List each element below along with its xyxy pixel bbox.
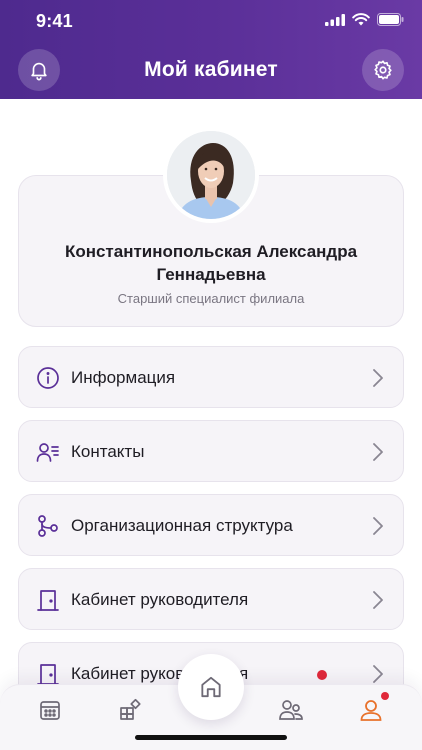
menu-item-info[interactable]: Информация [18,346,404,408]
home-icon [201,676,221,698]
avatar-photo [167,131,255,219]
menu-item-org-structure[interactable]: Организационная структура [18,494,404,556]
chevron-right-icon [373,591,383,609]
gear-icon [374,60,392,80]
signal-icon [325,13,345,26]
calendar-icon [40,701,60,720]
status-icons [325,13,404,26]
settings-button[interactable] [362,49,404,91]
contacts-icon [36,440,60,464]
menu-item-label: Информация [71,368,176,387]
status-time: 9:41 [36,11,73,31]
chevron-right-icon [373,665,383,683]
notification-dot [381,692,389,700]
profile-name: Константинопольская Александра Геннадьев… [64,242,358,284]
info-icon [36,366,60,390]
menu-item-manager-office[interactable]: Кабинет руководителя [18,568,404,630]
menu-item-label: Кабинет руководителя [71,590,249,609]
app-header: 9:41 Мой кабинет [0,0,422,99]
nav-calendar[interactable] [35,695,65,725]
profile-role: Старший специалист филиала [117,291,305,306]
battery-icon [377,13,404,26]
menu-item-contacts[interactable]: Контакты [18,420,404,482]
chevron-right-icon [373,369,383,387]
chevron-right-icon [373,517,383,535]
nav-profile[interactable] [356,695,386,725]
home-indicator [135,735,287,740]
avatar [163,127,259,223]
menu-item-label: Контакты [71,442,145,461]
widgets-icon [120,698,141,720]
nav-team[interactable] [276,695,306,725]
wifi-icon [352,13,370,26]
nav-widgets[interactable] [115,695,145,725]
door-icon [36,588,60,612]
profile-icon [360,700,382,721]
notification-dot [317,670,327,680]
org-structure-icon [36,514,60,538]
chevron-right-icon [373,443,383,461]
team-icon [279,700,303,720]
nav-home[interactable] [178,654,244,720]
door-icon [36,662,60,686]
page-title: Мой кабинет [144,58,278,81]
menu-item-label: Организационная структура [71,516,293,535]
